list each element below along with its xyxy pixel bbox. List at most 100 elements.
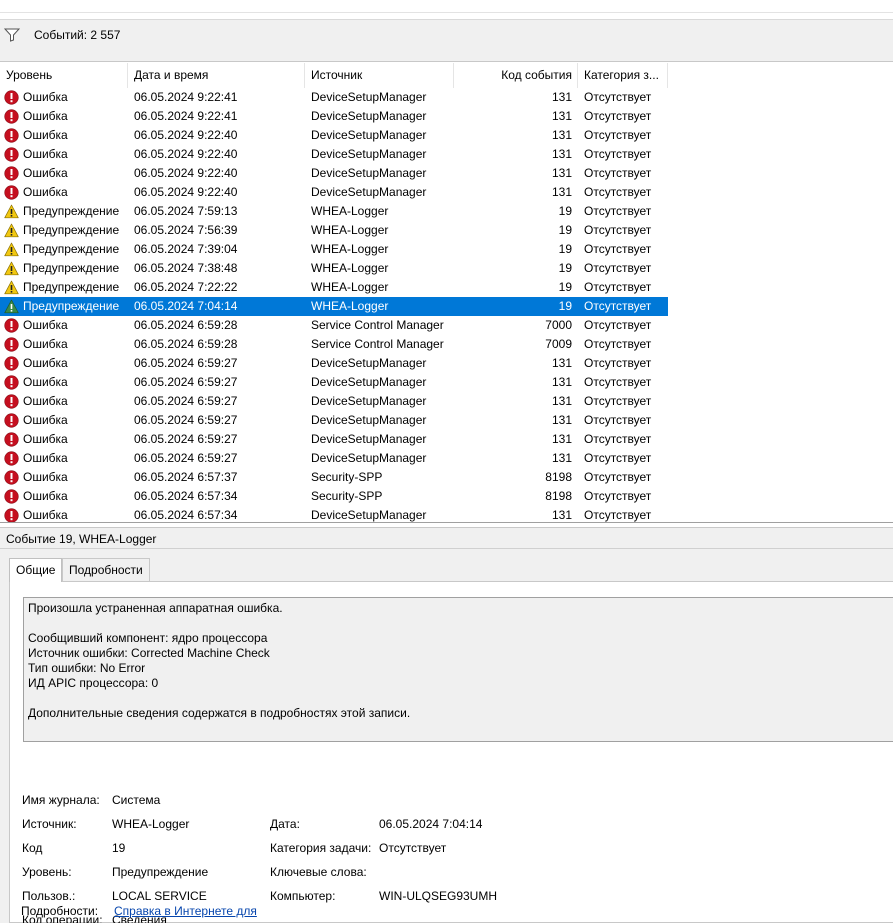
table-row[interactable]: Ошибка 06.05.2024 9:22:40 DeviceSetupManag… — [0, 145, 668, 164]
cell-level: Ошибка — [4, 506, 128, 522]
tab-panel-general: Произошла устраненная аппаратная ошибка.… — [9, 581, 893, 923]
level-text: Предупреждение — [23, 299, 120, 313]
cell-level: Ошибка — [4, 449, 128, 468]
cell-source: WHEA-Logger — [311, 223, 389, 237]
table-row[interactable]: Ошибка 06.05.2024 6:59:27 DeviceSetupManag… — [0, 392, 668, 411]
level-text: Ошибка — [23, 470, 68, 484]
level-text: Ошибка — [23, 375, 68, 389]
cell-date: 06.05.2024 9:22:40 — [134, 166, 238, 180]
cell-source: WHEA-Logger — [311, 242, 389, 256]
cell-category: Отсутствует — [584, 318, 652, 332]
table-row[interactable]: Предупреждение 06.05.2024 7:39:04 WHEA-Log… — [0, 240, 668, 259]
cell-code: 131 — [551, 508, 572, 522]
cell-code: 131 — [551, 166, 572, 180]
cell-code: 131 — [551, 375, 572, 389]
cell-date: 06.05.2024 6:59:28 — [134, 337, 238, 351]
cell-code: 131 — [551, 109, 572, 123]
cell-level: Ошибка — [4, 164, 128, 183]
cell-source: WHEA-Logger — [311, 299, 389, 313]
error-icon — [4, 109, 19, 124]
error-icon — [4, 432, 19, 447]
table-header: Уровень Дата и время Источник Код событи… — [0, 63, 893, 88]
table-row[interactable]: Ошибка 06.05.2024 9:22:40 DeviceSetupManag… — [0, 183, 668, 202]
table-row[interactable]: Ошибка 06.05.2024 6:57:34 DeviceSetupManag… — [0, 506, 668, 522]
cell-date: 06.05.2024 9:22:40 — [134, 147, 238, 161]
cell-source: DeviceSetupManager — [311, 109, 427, 123]
table-row[interactable]: Ошибка 06.05.2024 6:57:34 Security-SPP 8198… — [0, 487, 668, 506]
column-header-level[interactable]: Уровень — [0, 63, 128, 88]
task-category-label: Категория задачи: — [270, 841, 372, 855]
table-row[interactable]: Ошибка 06.05.2024 9:22:40 DeviceSetupManag… — [0, 126, 668, 145]
table-row[interactable]: Ошибка 06.05.2024 9:22:41 DeviceSetupManag… — [0, 107, 668, 126]
table-row[interactable]: Ошибка 06.05.2024 6:59:27 DeviceSetupManag… — [0, 411, 668, 430]
error-icon — [4, 470, 19, 485]
table-row[interactable]: Ошибка 06.05.2024 9:22:41 DeviceSetupManag… — [0, 88, 668, 107]
cell-code: 131 — [551, 413, 572, 427]
events-table[interactable]: Уровень Дата и время Источник Код событи… — [0, 63, 893, 523]
cell-source: Security-SPP — [311, 489, 383, 503]
cell-date: 06.05.2024 9:22:41 — [134, 90, 238, 104]
level-text: Ошибка — [23, 432, 68, 446]
error-icon — [4, 128, 19, 143]
cell-date: 06.05.2024 9:22:40 — [134, 128, 238, 142]
cell-level: Предупреждение — [4, 259, 128, 278]
cell-date: 06.05.2024 7:04:14 — [134, 299, 238, 313]
cell-source: DeviceSetupManager — [311, 185, 427, 199]
cell-date: 06.05.2024 6:59:27 — [134, 375, 238, 389]
tab-general[interactable]: Общие — [9, 558, 63, 582]
cell-code: 19 — [558, 299, 572, 313]
computer-value: WIN-ULQSEG93UMH — [379, 889, 498, 903]
level-text: Ошибка — [23, 508, 68, 522]
table-row[interactable]: Ошибка 06.05.2024 9:22:40 DeviceSetupManag… — [0, 164, 668, 183]
column-header-category[interactable]: Категория з... — [578, 63, 668, 88]
cell-level: Предупреждение — [4, 278, 128, 297]
log-name-value: Система — [112, 793, 161, 807]
keywords-label: Ключевые слова: — [270, 865, 367, 879]
cell-date: 06.05.2024 7:56:39 — [134, 223, 238, 237]
table-row[interactable]: Предупреждение 06.05.2024 7:38:48 WHEA-Log… — [0, 259, 668, 278]
table-row[interactable]: Ошибка 06.05.2024 6:59:28 Service Control … — [0, 316, 668, 335]
filter-icon[interactable] — [4, 28, 20, 42]
table-row[interactable]: Ошибка 06.05.2024 6:59:27 DeviceSetupManag… — [0, 373, 668, 392]
cell-code: 131 — [551, 451, 572, 465]
cell-source: DeviceSetupManager — [311, 147, 427, 161]
column-header-date[interactable]: Дата и время — [128, 63, 305, 88]
table-row[interactable]: Ошибка 06.05.2024 6:57:37 Security-SPP 8198… — [0, 468, 668, 487]
cell-date: 06.05.2024 6:57:37 — [134, 470, 238, 484]
level-text: Предупреждение — [23, 261, 120, 275]
column-header-code[interactable]: Код события — [454, 63, 578, 88]
cell-category: Отсутствует — [584, 204, 652, 218]
cell-source: DeviceSetupManager — [311, 166, 427, 180]
cell-code: 131 — [551, 185, 572, 199]
column-header-source[interactable]: Источник — [305, 63, 454, 88]
tab-details[interactable]: Подробности — [62, 558, 150, 581]
table-row[interactable]: Предупреждение 06.05.2024 7:22:22 WHEA-Log… — [0, 278, 668, 297]
source-label: Источник: — [22, 817, 77, 831]
warning-icon — [4, 261, 19, 276]
cell-code: 131 — [551, 128, 572, 142]
cell-source: DeviceSetupManager — [311, 394, 427, 408]
level-text: Ошибка — [23, 451, 68, 465]
cell-source: DeviceSetupManager — [311, 451, 427, 465]
cell-code: 131 — [551, 147, 572, 161]
table-row[interactable]: Ошибка 06.05.2024 6:59:28 Service Control … — [0, 335, 668, 354]
cell-level: Ошибка — [4, 88, 128, 107]
table-row[interactable]: Предупреждение 06.05.2024 7:04:14 WHEA-Log… — [0, 297, 668, 316]
table-row[interactable]: Предупреждение 06.05.2024 7:56:39 WHEA-Log… — [0, 221, 668, 240]
table-row[interactable]: Ошибка 06.05.2024 6:59:27 DeviceSetupManag… — [0, 430, 668, 449]
error-icon — [4, 489, 19, 504]
cell-source: Service Control Manager — [311, 318, 444, 332]
level-text: Предупреждение — [23, 280, 120, 294]
error-icon — [4, 413, 19, 428]
table-row[interactable]: Ошибка 06.05.2024 6:59:27 DeviceSetupManag… — [0, 449, 668, 468]
warning-icon — [4, 280, 19, 295]
table-row[interactable]: Ошибка 06.05.2024 6:59:27 DeviceSetupManag… — [0, 354, 668, 373]
level-text: Ошибка — [23, 185, 68, 199]
cell-date: 06.05.2024 6:59:27 — [134, 432, 238, 446]
online-help-link[interactable]: Справка в Интернете для — [114, 904, 257, 918]
cell-code: 19 — [558, 223, 572, 237]
event-properties: Имя журнала: Система Источник: WHEA-Logg… — [10, 582, 893, 923]
error-icon — [4, 90, 19, 105]
table-row[interactable]: Предупреждение 06.05.2024 7:59:13 WHEA-Log… — [0, 202, 668, 221]
user-value: LOCAL SERVICE — [112, 889, 207, 903]
